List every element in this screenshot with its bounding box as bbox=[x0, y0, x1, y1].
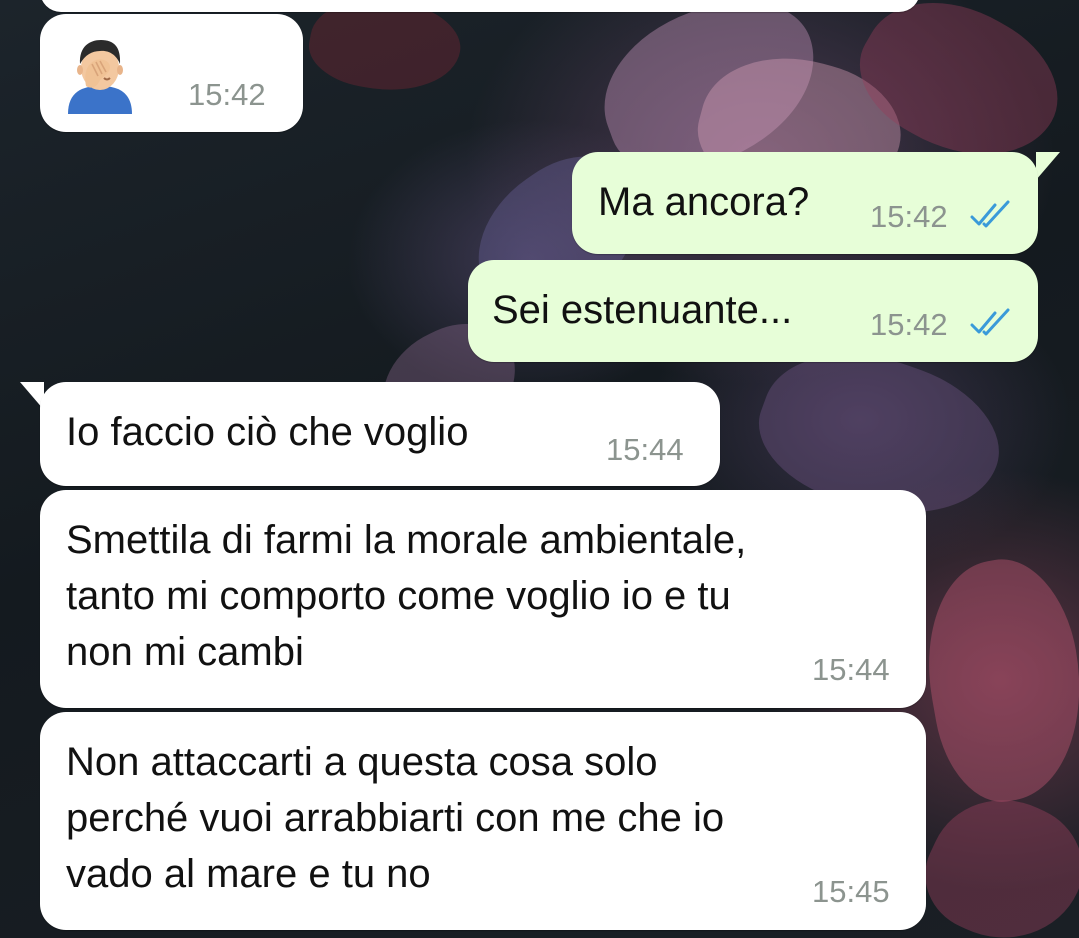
double-check-read-icon bbox=[970, 200, 1016, 230]
wallpaper-petal bbox=[303, 0, 467, 103]
double-check-read-icon bbox=[970, 308, 1016, 338]
incoming-message-bubble[interactable]: Smettila di farmi la morale ambientale, … bbox=[40, 490, 926, 708]
facepalm-man-emoji-icon bbox=[62, 34, 138, 114]
message-text: Io faccio ciò che voglio bbox=[66, 410, 469, 454]
message-text: Non attaccarti a questa cosa solo perché… bbox=[66, 740, 725, 896]
message-timestamp: 15:42 bbox=[870, 307, 948, 342]
outgoing-bubble-tail bbox=[1036, 152, 1060, 180]
message-timestamp: 15:44 bbox=[812, 652, 890, 687]
message-text: Ma ancora? bbox=[598, 180, 810, 224]
message-timestamp: 15:42 bbox=[870, 199, 948, 234]
message-timestamp: 15:45 bbox=[812, 874, 890, 909]
outgoing-message-bubble[interactable]: Sei estenuante... 15:42 bbox=[468, 260, 1038, 362]
outgoing-message-bubble[interactable]: Ma ancora? 15:42 bbox=[572, 152, 1038, 254]
previous-message-bubble[interactable] bbox=[40, 0, 920, 12]
incoming-message-bubble[interactable]: Io faccio ciò che voglio 15:44 bbox=[40, 382, 720, 486]
message-timestamp: 15:44 bbox=[606, 432, 684, 467]
incoming-message-bubble[interactable]: 15:42 bbox=[40, 14, 303, 132]
message-text: Smettila di farmi la morale ambientale, … bbox=[66, 518, 747, 674]
incoming-message-bubble[interactable]: Non attaccarti a questa cosa solo perché… bbox=[40, 712, 926, 930]
message-timestamp: 15:42 bbox=[188, 77, 266, 112]
message-text: Sei estenuante... bbox=[492, 288, 793, 332]
wallpaper-petal bbox=[907, 774, 1079, 938]
wallpaper-petal bbox=[910, 548, 1079, 812]
